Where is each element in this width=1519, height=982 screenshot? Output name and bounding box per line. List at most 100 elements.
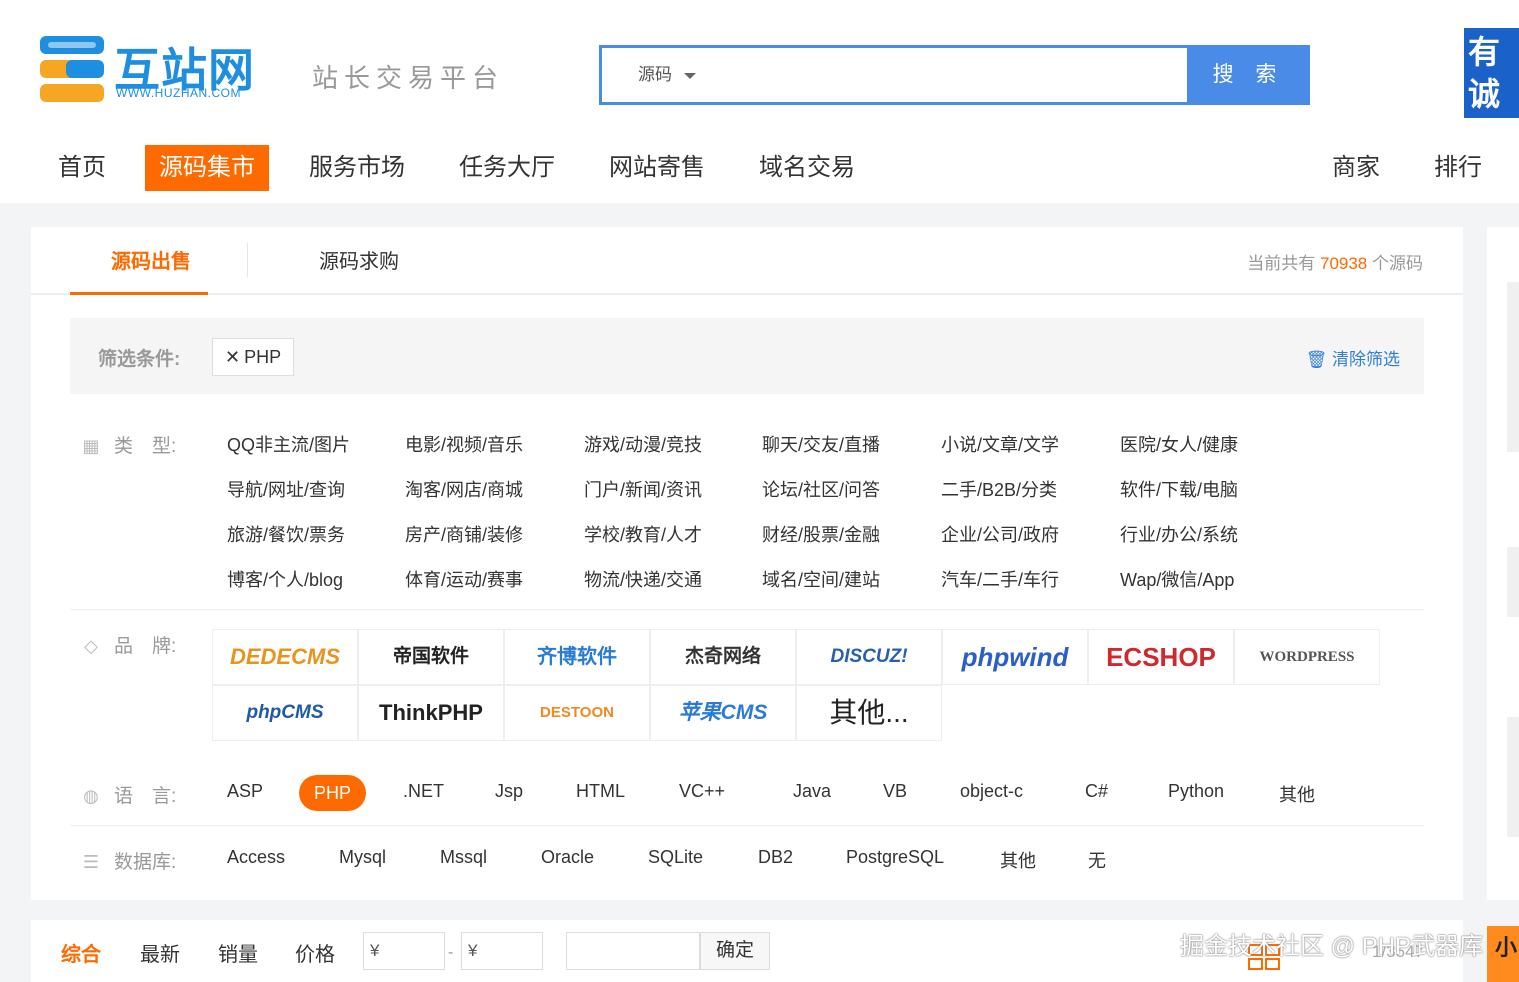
tab-active-underline xyxy=(70,292,208,295)
nav-item-merchants[interactable]: 商家 xyxy=(1318,145,1394,191)
clear-filter-label: 清除筛选 xyxy=(1332,350,1400,369)
language-option[interactable]: PHP xyxy=(299,775,367,811)
tab-source-sale[interactable]: 源码出售 xyxy=(111,245,191,274)
filter-tag-php[interactable]: ✕ PHP xyxy=(212,338,295,376)
nav-item-ranking[interactable]: 排行 xyxy=(1420,145,1496,191)
language-option[interactable]: VC++ xyxy=(679,781,725,802)
type-option[interactable]: 聊天/交友/直播 xyxy=(762,431,880,457)
language-option[interactable]: ASP xyxy=(227,781,263,802)
brand-qibo[interactable]: 齐博软件 xyxy=(504,629,650,685)
clear-filter-button[interactable]: 🗑 清除筛选 xyxy=(1306,345,1400,370)
sort-price[interactable]: 价格 xyxy=(295,938,335,967)
brand-jieqi[interactable]: 杰奇网络 xyxy=(650,629,796,685)
tab-source-wanted[interactable]: 源码求购 xyxy=(319,245,399,274)
sidebar-block xyxy=(1507,547,1519,617)
nav-item-service-market[interactable]: 服务市场 xyxy=(295,145,419,191)
nav-item-domain-trade[interactable]: 域名交易 xyxy=(745,145,869,191)
database-option[interactable]: Mssql xyxy=(440,847,487,868)
type-option[interactable]: 房产/商铺/装修 xyxy=(405,521,523,547)
nav-item-site-consign[interactable]: 网站寄售 xyxy=(595,145,719,191)
type-option[interactable]: 淘客/网店/商城 xyxy=(405,476,523,502)
type-option[interactable]: 财经/股票/金融 xyxy=(762,521,880,547)
language-option[interactable]: 其他 xyxy=(1279,781,1315,807)
database-option[interactable]: 其他 xyxy=(1000,847,1036,873)
database-option[interactable]: SQLite xyxy=(648,847,703,868)
type-option[interactable]: 论坛/社区/问答 xyxy=(762,476,880,502)
database-option[interactable]: 无 xyxy=(1088,847,1106,873)
database-row-label: ☰ 数据库: xyxy=(80,847,176,874)
search-input[interactable] xyxy=(732,48,1182,102)
nav-item-task-hall[interactable]: 任务大厅 xyxy=(445,145,569,191)
corner-ad[interactable]: 小 xyxy=(1487,926,1519,982)
nav-item-home[interactable]: 首页 xyxy=(44,145,120,191)
right-sidebar-fragment xyxy=(1487,227,1519,900)
database-option[interactable]: Mysql xyxy=(339,847,386,868)
database-option[interactable]: Oracle xyxy=(541,847,594,868)
language-option[interactable]: Python xyxy=(1168,781,1224,802)
brand-ecshop[interactable]: ECSHOP xyxy=(1088,629,1234,685)
sort-newest[interactable]: 最新 xyxy=(140,938,180,967)
type-option[interactable]: 学校/教育/人才 xyxy=(584,521,702,547)
search-category-dropdown[interactable]: 源码 xyxy=(638,48,696,102)
price-range-dash: - xyxy=(448,944,454,961)
type-option[interactable]: 体育/运动/赛事 xyxy=(405,566,523,592)
logo-mark-icon xyxy=(40,36,104,102)
diamond-icon: ◇ xyxy=(84,636,98,656)
language-option[interactable]: object-c xyxy=(960,781,1023,802)
language-option[interactable]: HTML xyxy=(576,781,625,802)
language-option[interactable]: Jsp xyxy=(495,781,523,802)
type-option[interactable]: 小说/文章/文学 xyxy=(941,431,1059,457)
type-option[interactable]: Wap/微信/App xyxy=(1120,566,1234,592)
brand-other[interactable]: 其他... xyxy=(796,685,942,741)
type-label-text: 类 型: xyxy=(114,436,177,457)
brand-empire[interactable]: 帝国软件 xyxy=(358,629,504,685)
language-option[interactable]: C# xyxy=(1085,781,1108,802)
database-option[interactable]: DB2 xyxy=(758,847,793,868)
keyword-input[interactable] xyxy=(566,932,700,970)
source-count: 当前共有 70938 个源码 xyxy=(1247,249,1423,274)
search-button[interactable]: 搜 索 xyxy=(1187,45,1310,105)
type-option[interactable]: 导航/网址/查询 xyxy=(227,476,345,502)
site-logo[interactable]: 互站网 WWW.HUZHAN.COM xyxy=(38,28,258,114)
type-option[interactable]: 行业/办公/系统 xyxy=(1120,521,1238,547)
type-option[interactable]: 二手/B2B/分类 xyxy=(941,476,1057,502)
type-option[interactable]: 域名/空间/建站 xyxy=(762,566,880,592)
price-max-input[interactable]: ¥ xyxy=(461,932,543,970)
language-option[interactable]: Java xyxy=(793,781,831,802)
search-category-label: 源码 xyxy=(638,65,672,84)
brand-discuz[interactable]: DISCUZ! xyxy=(796,629,942,685)
language-option[interactable]: VB xyxy=(883,781,907,802)
brand-thinkphp[interactable]: ThinkPHP xyxy=(358,685,504,741)
sort-general[interactable]: 综合 xyxy=(61,938,101,967)
nav-item-source-market[interactable]: 源码集市 xyxy=(145,145,269,191)
type-option[interactable]: 汽车/二手/车行 xyxy=(941,566,1059,592)
header-ad-banner[interactable]: 有 诚 xyxy=(1464,28,1519,118)
type-option[interactable]: 企业/公司/政府 xyxy=(941,521,1059,547)
confirm-button[interactable]: 确定 xyxy=(700,932,770,970)
database-option[interactable]: Access xyxy=(227,847,285,868)
type-option[interactable]: 医院/女人/健康 xyxy=(1120,431,1238,457)
type-option[interactable]: 游戏/动漫/竞技 xyxy=(584,431,702,457)
brand-maccms[interactable]: 苹果CMS xyxy=(650,685,796,741)
close-icon[interactable]: ✕ xyxy=(225,347,240,367)
brand-destoon[interactable]: DESTOON xyxy=(504,685,650,741)
brand-dedecms[interactable]: DEDECMS xyxy=(212,629,358,685)
type-row-label: ▦ 类 型: xyxy=(80,431,176,458)
type-option[interactable]: 物流/快递/交通 xyxy=(584,566,702,592)
price-min-input[interactable]: ¥ xyxy=(363,932,445,970)
type-option[interactable]: 软件/下载/电脑 xyxy=(1120,476,1238,502)
corner-ad-label: 小 xyxy=(1495,935,1518,960)
type-option[interactable]: QQ非主流/图片 xyxy=(227,431,350,457)
brand-phpcms[interactable]: phpCMS xyxy=(212,685,358,741)
language-option[interactable]: .NET xyxy=(403,781,444,802)
sort-sales[interactable]: 销量 xyxy=(218,938,258,967)
type-option[interactable]: 旅游/餐饮/票务 xyxy=(227,521,345,547)
type-option[interactable]: 门户/新闻/资讯 xyxy=(584,476,702,502)
database-option[interactable]: PostgreSQL xyxy=(846,847,944,868)
brand-phpwind[interactable]: phpwind xyxy=(942,629,1088,685)
brand-wordpress[interactable]: WORDPRESS xyxy=(1234,629,1380,685)
tab-bar: 源码出售 源码求购 当前共有 70938 个源码 xyxy=(31,227,1463,295)
brand-logos: DEDECMS 帝国软件 齐博软件 杰奇网络 DISCUZ! phpwind E… xyxy=(212,629,1380,741)
type-option[interactable]: 博客/个人/blog xyxy=(227,566,343,592)
type-option[interactable]: 电影/视频/音乐 xyxy=(405,431,523,457)
